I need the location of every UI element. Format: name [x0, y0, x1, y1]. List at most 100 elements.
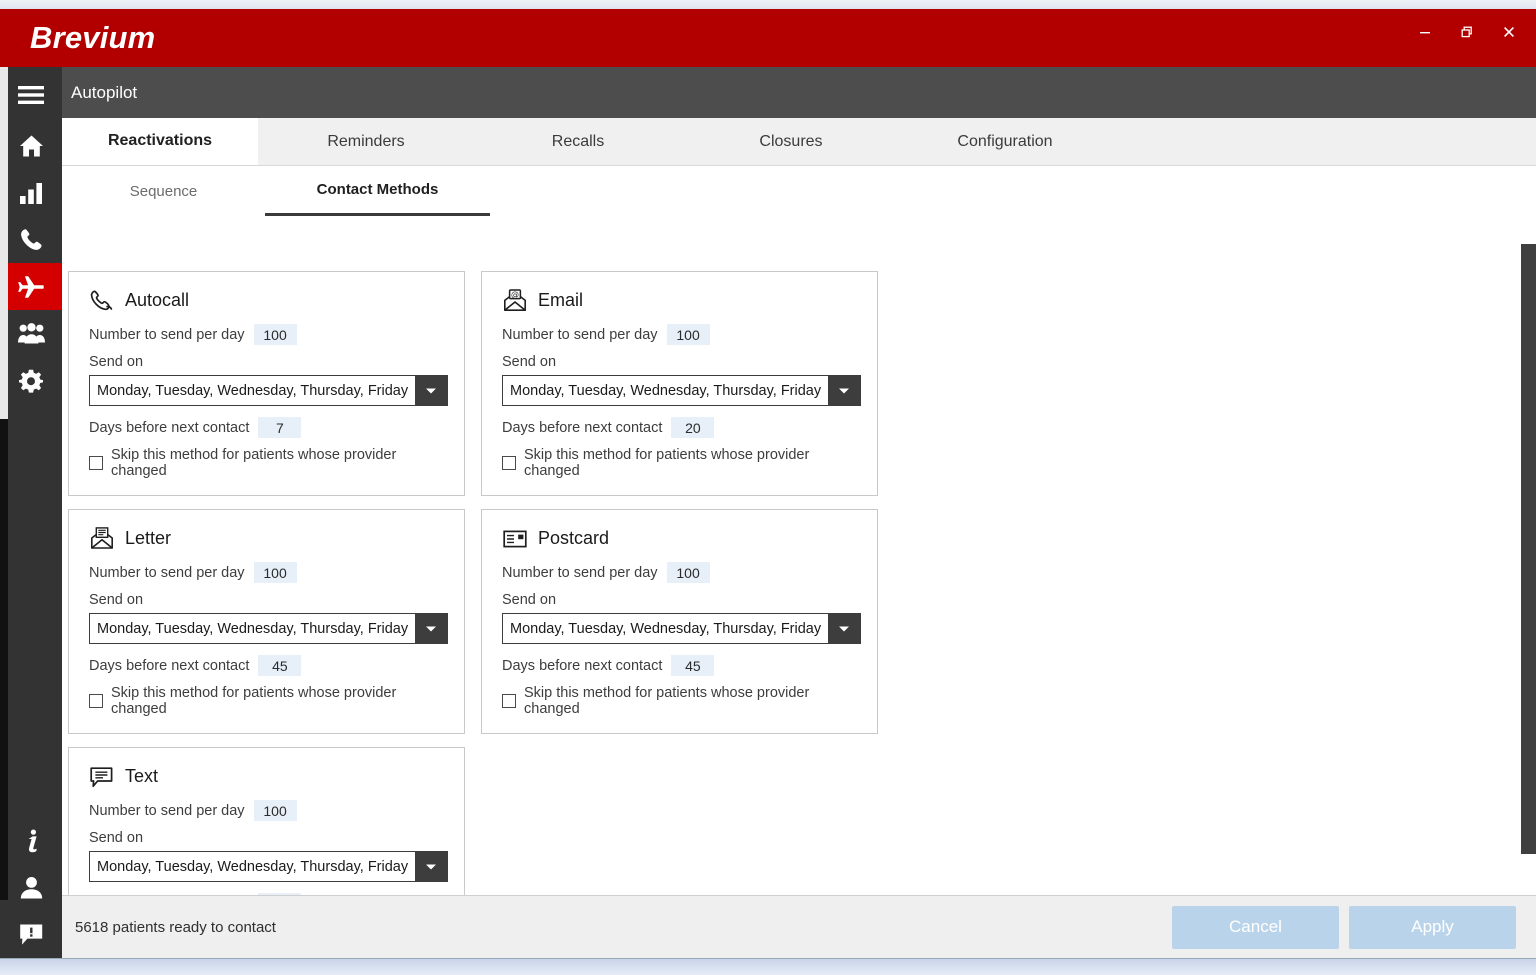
left-sidebar: [0, 67, 62, 958]
minimize-button[interactable]: [1406, 17, 1444, 47]
chevron-down-icon[interactable]: [415, 376, 447, 405]
tab-configuration[interactable]: Configuration: [900, 118, 1110, 165]
subtab-contact-methods[interactable]: Contact Methods: [265, 166, 490, 216]
close-button[interactable]: [1490, 17, 1528, 47]
chevron-down-icon[interactable]: [828, 614, 860, 643]
letter-envelope-icon: [89, 526, 114, 551]
sidebar-item-menu[interactable]: [0, 67, 62, 122]
card-header: @ Email: [502, 288, 859, 313]
speech-bubble-icon: [89, 764, 114, 789]
sidebar-item-account[interactable]: [0, 864, 62, 911]
subtab-sequence-label: Sequence: [129, 182, 198, 200]
number-per-day-input[interactable]: 100: [666, 562, 710, 583]
skip-method-row[interactable]: Skip this method for patients whose prov…: [502, 447, 859, 479]
window-left-dark-strip: [0, 419, 8, 900]
tab-reminders[interactable]: Reminders: [258, 118, 474, 165]
contact-method-card-letter: Letter Number to send per day 100 Send o…: [68, 509, 465, 734]
cancel-button[interactable]: Cancel: [1172, 905, 1339, 949]
send-on-select[interactable]: Monday, Tuesday, Wednesday, Thursday, Fr…: [502, 375, 861, 406]
send-on-select[interactable]: Monday, Tuesday, Wednesday, Thursday, Fr…: [89, 375, 448, 406]
skip-method-checkbox[interactable]: [89, 456, 103, 470]
vertical-scrollbar[interactable]: [1521, 216, 1536, 895]
tab-recalls[interactable]: Recalls: [474, 118, 682, 165]
phone-handset-icon: [89, 288, 114, 313]
skip-method-checkbox[interactable]: [502, 456, 516, 470]
send-on-select[interactable]: Monday, Tuesday, Wednesday, Thursday, Fr…: [89, 851, 448, 882]
chevron-down-icon[interactable]: [828, 376, 860, 405]
days-before-label: Days before next contact: [89, 657, 250, 674]
send-on-label: Send on: [502, 592, 557, 608]
status-text: 5618 patients ready to contact: [75, 918, 276, 936]
number-per-day-label: Number to send per day: [502, 326, 658, 343]
postcard-icon: [502, 526, 527, 551]
airplane-icon: [18, 275, 44, 299]
sidebar-item-info[interactable]: [0, 817, 62, 864]
days-before-label: Days before next contact: [502, 657, 663, 674]
skip-method-checkbox[interactable]: [502, 694, 516, 708]
skip-method-row[interactable]: Skip this method for patients whose prov…: [89, 447, 446, 479]
window-left-gutter: [0, 67, 8, 419]
feedback-icon: [19, 923, 44, 946]
number-per-day-label: Number to send per day: [502, 564, 658, 581]
apply-button[interactable]: Apply: [1349, 905, 1516, 949]
number-per-day-input[interactable]: 100: [253, 562, 297, 583]
number-per-day-input[interactable]: 100: [253, 800, 297, 821]
sidebar-item-settings[interactable]: [0, 357, 62, 404]
chevron-down-icon[interactable]: [415, 852, 447, 881]
tab-reminders-label: Reminders: [327, 132, 405, 150]
contact-method-card-autocall: Autocall Number to send per day 100 Send…: [68, 271, 465, 496]
number-per-day-input[interactable]: 100: [666, 324, 710, 345]
card-title: Text: [125, 766, 159, 786]
send-on-select[interactable]: Monday, Tuesday, Wednesday, Thursday, Fr…: [502, 613, 861, 644]
subtab-contact-methods-label: Contact Methods: [316, 181, 439, 198]
send-on-label: Send on: [502, 354, 557, 370]
contact-method-card-postcard: Postcard Number to send per day 100 Send…: [481, 509, 878, 734]
send-on-label: Send on: [89, 354, 144, 370]
days-before-row: Days before next contact 45: [89, 655, 446, 676]
skip-method-row[interactable]: Skip this method for patients whose prov…: [89, 685, 446, 717]
days-before-row: Days before next contact 20: [502, 417, 859, 438]
footer-bar: 5618 patients ready to contact Cancel Ap…: [62, 895, 1536, 958]
number-per-day-label: Number to send per day: [89, 564, 245, 581]
subtab-sequence[interactable]: Sequence: [62, 166, 265, 216]
skip-method-label: Skip this method for patients whose prov…: [111, 685, 397, 717]
footer-actions: Cancel Apply: [1172, 905, 1516, 949]
days-before-input[interactable]: 45: [671, 655, 715, 676]
card-title: Email: [538, 290, 584, 310]
restore-icon: [1460, 25, 1474, 39]
user-icon: [20, 876, 43, 899]
sidebar-item-feedback[interactable]: [0, 911, 62, 958]
sidebar-item-patients[interactable]: [0, 310, 62, 357]
days-before-input[interactable]: 7: [258, 417, 302, 438]
send-on-select[interactable]: Monday, Tuesday, Wednesday, Thursday, Fr…: [89, 613, 448, 644]
chevron-down-icon[interactable]: [415, 614, 447, 643]
svg-text:@: @: [511, 290, 519, 299]
skip-method-checkbox[interactable]: [89, 694, 103, 708]
tab-closures-label: Closures: [759, 132, 823, 150]
page-header: Autopilot: [62, 67, 1536, 118]
skip-method-label: Skip this method for patients whose prov…: [524, 685, 810, 717]
days-before-input[interactable]: 45: [258, 655, 302, 676]
card-header: Text: [89, 764, 446, 789]
restore-button[interactable]: [1448, 17, 1486, 47]
skip-method-row[interactable]: Skip this method for patients whose prov…: [502, 685, 859, 717]
tab-reactivations[interactable]: Reactivations: [62, 118, 258, 165]
contact-methods-grid: Autocall Number to send per day 100 Send…: [62, 216, 942, 895]
send-on-select-value: Monday, Tuesday, Wednesday, Thursday, Fr…: [97, 382, 409, 399]
sidebar-item-calls[interactable]: [0, 216, 62, 263]
brand-logo: Brevium: [30, 20, 156, 55]
tab-configuration-label: Configuration: [957, 132, 1053, 150]
sidebar-item-home[interactable]: [0, 122, 62, 169]
number-per-day-row: Number to send per day 100: [89, 800, 446, 821]
tab-closures[interactable]: Closures: [682, 118, 900, 165]
tab-reactivations-label: Reactivations: [107, 132, 213, 149]
card-title: Autocall: [125, 290, 190, 310]
scrollbar-thumb[interactable]: [1521, 244, 1536, 854]
sidebar-item-autopilot[interactable]: [0, 263, 62, 310]
email-envelope-at-icon: @: [502, 288, 527, 313]
application-window: Brevium Autopilot Reactivations Reminder…: [0, 9, 1536, 958]
send-on-select-value: Monday, Tuesday, Wednesday, Thursday, Fr…: [510, 620, 822, 637]
days-before-input[interactable]: 20: [671, 417, 715, 438]
number-per-day-input[interactable]: 100: [253, 324, 297, 345]
sidebar-item-reports[interactable]: [0, 169, 62, 216]
